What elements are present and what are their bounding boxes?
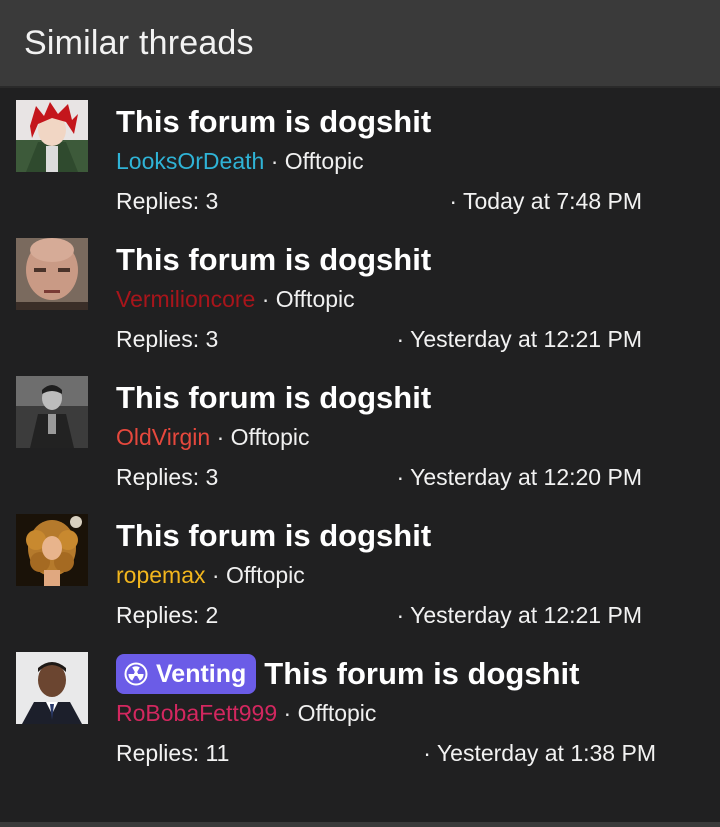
forum-link[interactable]: Offtopic: [276, 286, 355, 312]
author-link[interactable]: Vermilioncore: [116, 286, 255, 312]
thread-title[interactable]: This forum is dogshit: [116, 378, 431, 418]
last-post-date[interactable]: · Yesterday at 1:38 PM: [423, 738, 656, 768]
avatar[interactable]: [16, 514, 88, 586]
last-post-date[interactable]: · Yesterday at 12:20 PM: [397, 462, 643, 492]
radioactive-icon: [124, 662, 148, 686]
thread-title[interactable]: This forum is dogshit: [116, 102, 431, 142]
replies-count: Replies: 3: [116, 326, 219, 352]
replies-count: Replies: 2: [116, 602, 219, 628]
last-post-date[interactable]: · Yesterday at 12:21 PM: [397, 600, 643, 630]
similar-threads-header: Similar threads: [0, 0, 720, 88]
avatar[interactable]: [16, 100, 88, 172]
meta-separator: ·: [211, 562, 220, 588]
thread-title[interactable]: This forum is dogshit: [116, 240, 431, 280]
section-title: Similar threads: [24, 23, 254, 62]
avatar-anime-red-hair-icon: [16, 100, 88, 172]
thread-item[interactable]: This forum is dogshit ropemax · Offtopic…: [0, 514, 720, 652]
prefix-badge[interactable]: Venting: [116, 654, 257, 694]
author-link[interactable]: RoBobaFett999: [116, 700, 277, 726]
thread-item[interactable]: This forum is dogshit OldVirgin · Offtop…: [0, 376, 720, 514]
avatar-man-in-suit-icon: [16, 652, 88, 724]
meta-separator: ·: [270, 148, 279, 174]
thread-title[interactable]: This forum is dogshit: [116, 516, 431, 556]
avatar[interactable]: [16, 652, 88, 724]
meta-separator: ·: [283, 700, 292, 726]
forum-link[interactable]: Offtopic: [285, 148, 364, 174]
meta-separator: ·: [216, 424, 225, 450]
thread-title[interactable]: This forum is dogshit: [264, 654, 579, 694]
forum-link[interactable]: Offtopic: [298, 700, 377, 726]
thread-item[interactable]: This forum is dogshit LooksOrDeath · Off…: [0, 100, 720, 238]
avatar[interactable]: [16, 238, 88, 310]
replies-count: Replies: 11: [116, 740, 230, 766]
author-link[interactable]: LooksOrDeath: [116, 148, 264, 174]
avatar-bald-man-icon: [16, 238, 88, 310]
prefix-label: Venting: [156, 659, 247, 688]
meta-separator: ·: [261, 286, 270, 312]
last-post-date[interactable]: · Today at 7:48 PM: [449, 186, 642, 216]
thread-item[interactable]: This forum is dogshit Vermilioncore · Of…: [0, 238, 720, 376]
thread-item[interactable]: Venting This forum is dogshit RoBobaFett…: [0, 652, 720, 790]
bottom-divider: [0, 822, 720, 827]
forum-link[interactable]: Offtopic: [231, 424, 310, 450]
avatar-grayscale-man-icon: [16, 376, 88, 448]
replies-count: Replies: 3: [116, 188, 219, 214]
last-post-date[interactable]: · Yesterday at 12:21 PM: [397, 324, 643, 354]
replies-count: Replies: 3: [116, 464, 219, 490]
author-link[interactable]: OldVirgin: [116, 424, 210, 450]
avatar[interactable]: [16, 376, 88, 448]
avatar-curly-hair-singer-icon: [16, 514, 88, 586]
author-link[interactable]: ropemax: [116, 562, 205, 588]
forum-link[interactable]: Offtopic: [226, 562, 305, 588]
